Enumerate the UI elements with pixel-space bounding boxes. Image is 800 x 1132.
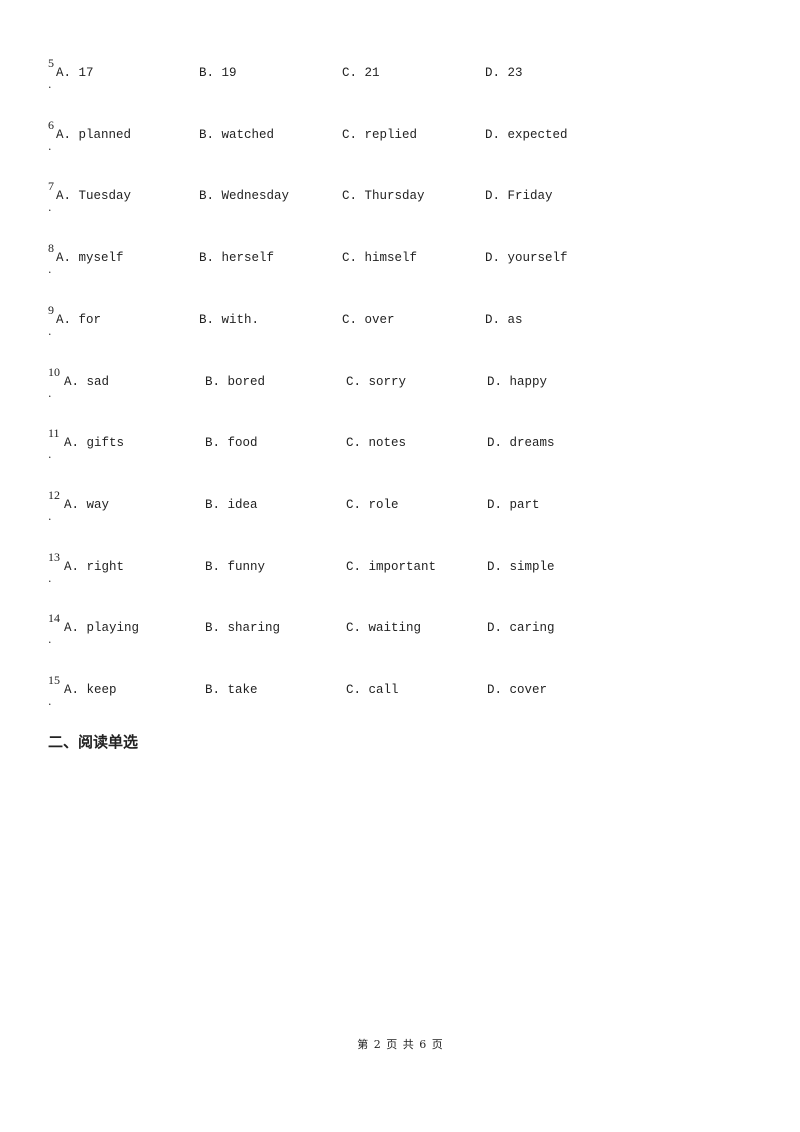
question-item: 7 . A. Tuesday B. Wednesday C. Thursday …	[48, 180, 648, 220]
question-number: 9	[48, 303, 54, 317]
option-c: C. important	[346, 560, 437, 574]
option-b: B. bored	[205, 375, 266, 389]
option-d: D. yourself	[485, 251, 568, 265]
question-number: 15	[48, 673, 60, 687]
option-b: B. Wednesday	[199, 189, 290, 203]
question-dot: .	[48, 695, 52, 708]
question-dot: .	[48, 510, 52, 523]
option-c: C. role	[346, 498, 399, 512]
question-dot: .	[48, 325, 52, 338]
option-d: D. as	[485, 313, 523, 327]
option-a: A. 17	[56, 66, 94, 80]
option-a: A. Tuesday	[56, 189, 132, 203]
option-a: A. way	[64, 498, 110, 512]
question-number: 13	[48, 550, 60, 564]
option-c: C. 21	[342, 66, 380, 80]
question-item: 13 . A. right B. funny C. important D. s…	[48, 551, 648, 591]
question-item: 9 . A. for B. with. C. over D. as	[48, 304, 648, 344]
question-dot: .	[48, 78, 52, 91]
question-number: 14	[48, 611, 60, 625]
question-item: 15 . A. keep B. take C. call D. cover	[48, 674, 648, 714]
question-dot: .	[48, 140, 52, 153]
option-b: B. idea	[205, 498, 258, 512]
option-b: B. funny	[205, 560, 266, 574]
page-footer: 第 2 页 共 6 页	[357, 1038, 443, 1051]
option-a: A. gifts	[64, 436, 125, 450]
option-c: C. waiting	[346, 621, 422, 635]
question-item: 10 . A. sad B. bored C. sorry D. happy	[48, 366, 648, 406]
option-d: D. 23	[485, 66, 523, 80]
option-c: C. himself	[342, 251, 418, 265]
option-d: D. simple	[487, 560, 555, 574]
question-number: 5	[48, 56, 54, 70]
option-a: A. right	[64, 560, 125, 574]
question-dot: .	[48, 201, 52, 214]
option-a: A. playing	[64, 621, 140, 635]
option-c: C. replied	[342, 128, 418, 142]
option-b: B. 19	[199, 66, 237, 80]
option-b: B. watched	[199, 128, 275, 142]
option-b: B. with.	[199, 313, 260, 327]
question-dot: .	[48, 633, 52, 646]
question-item: 5 . A. 17 B. 19 C. 21 D. 23	[48, 57, 648, 97]
option-d: D. cover	[487, 683, 548, 697]
option-b: B. herself	[199, 251, 275, 265]
question-item: 12 . A. way B. idea C. role D. part	[48, 489, 648, 529]
option-c: C. Thursday	[342, 189, 425, 203]
option-b: B. sharing	[205, 621, 281, 635]
option-b: B. take	[205, 683, 258, 697]
question-number: 11	[48, 426, 60, 440]
option-d: D. Friday	[485, 189, 553, 203]
question-dot: .	[48, 572, 52, 585]
question-number: 6	[48, 118, 54, 132]
question-number: 12	[48, 488, 60, 502]
option-d: D. expected	[485, 128, 568, 142]
question-item: 11 . A. gifts B. food C. notes D. dreams	[48, 427, 648, 467]
option-c: C. notes	[346, 436, 407, 450]
option-c: C. sorry	[346, 375, 407, 389]
option-d: D. part	[487, 498, 540, 512]
question-item: 8 . A. myself B. herself C. himself D. y…	[48, 242, 648, 282]
question-number: 10	[48, 365, 60, 379]
option-d: D. happy	[487, 375, 548, 389]
option-a: A. keep	[64, 683, 117, 697]
question-dot: .	[48, 387, 52, 400]
option-c: C. over	[342, 313, 395, 327]
option-a: A. myself	[56, 251, 124, 265]
question-item: 6 . A. planned B. watched C. replied D. …	[48, 119, 648, 159]
option-a: A. planned	[56, 128, 132, 142]
option-d: D. dreams	[487, 436, 555, 450]
question-number: 7	[48, 179, 54, 193]
question-item: 14 . A. playing B. sharing C. waiting D.…	[48, 612, 648, 652]
question-number: 8	[48, 241, 54, 255]
question-dot: .	[48, 263, 52, 276]
question-dot: .	[48, 448, 52, 461]
section-heading: 二、阅读单选	[48, 733, 139, 751]
option-b: B. food	[205, 436, 258, 450]
option-d: D. caring	[487, 621, 555, 635]
option-a: A. sad	[64, 375, 110, 389]
option-a: A. for	[56, 313, 102, 327]
option-c: C. call	[346, 683, 399, 697]
